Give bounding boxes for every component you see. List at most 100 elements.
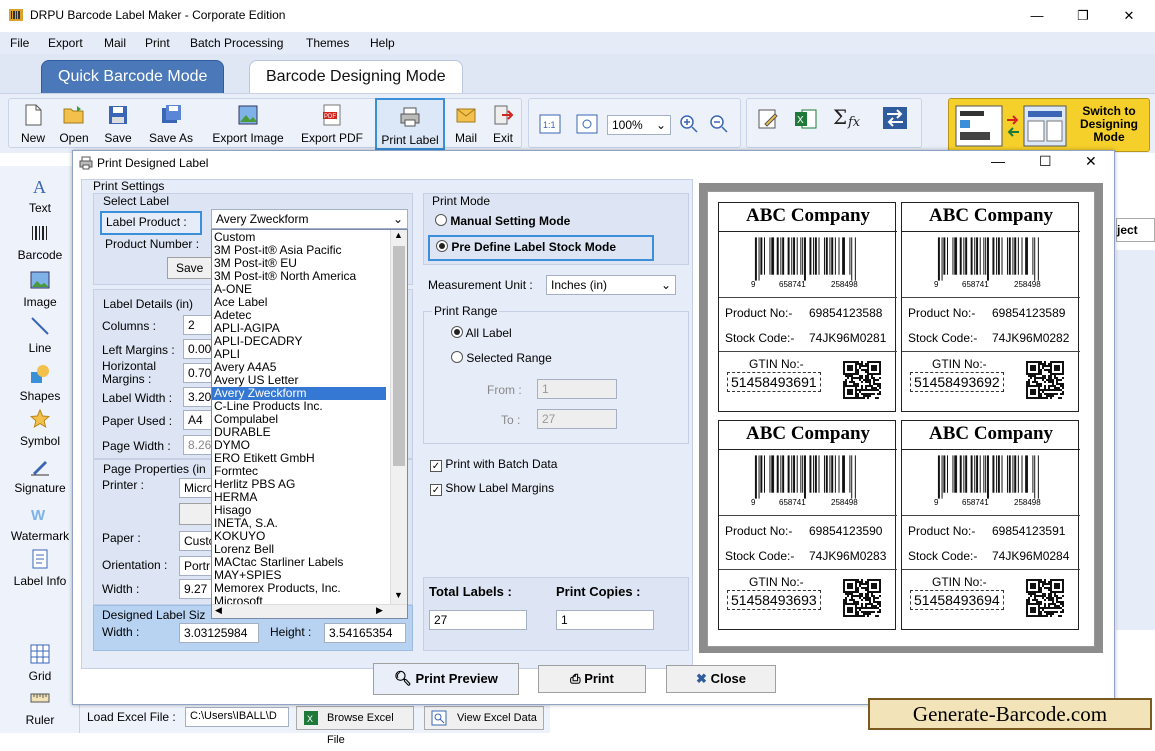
tool-line[interactable]: Line [0,316,80,355]
new-button[interactable]: New [14,94,52,150]
dropdown-scroll-thumb[interactable] [393,246,405,466]
printer-properties-button[interactable] [179,503,213,525]
scroll-right-icon[interactable]: ▶ [376,605,383,616]
label-width-input[interactable]: 3.20 [183,387,213,407]
left-margins-input[interactable]: 0.00 [183,339,213,359]
menu-print[interactable]: Print [145,36,170,50]
dialog-close-icon[interactable]: ✕ [1085,153,1097,170]
title-bar: DRPU Barcode Label Maker - Corporate Edi… [0,0,1155,32]
excel-path-input[interactable]: C:\Users\IBALL\D [185,707,289,727]
label-product-select[interactable]: Avery Zweckform ⌄ [211,209,408,229]
background-object-tab[interactable]: ject [1116,218,1155,242]
actual-size-icon[interactable]: 1:1 [539,114,561,134]
manual-mode-label: Manual Setting Mode [450,214,571,228]
scroll-down-icon[interactable]: ▼ [394,590,403,600]
columns-input[interactable]: 2 [183,315,213,335]
tool-image[interactable]: Image [0,270,80,309]
restore-button[interactable]: ❐ [1068,6,1098,26]
view-excel-button[interactable]: View Excel Data [424,706,544,730]
menu-file[interactable]: File [10,36,29,50]
product-no-value: 69854123590 [809,524,883,538]
close-x-icon: ✖ [696,671,707,686]
paper-used-select[interactable]: A4 [183,410,213,430]
save-button[interactable]: Save [100,94,136,150]
tool-watermark[interactable]: W Watermark [0,504,80,543]
dialog-maximize-button[interactable]: ☐ [1039,153,1052,170]
export-pdf-button[interactable]: PDF Export PDF [296,94,368,150]
fit-to-window-icon[interactable] [576,114,598,134]
mail-button[interactable]: Mail [450,94,482,150]
printer-select[interactable]: Micro [179,478,213,498]
menu-export[interactable]: Export [48,36,83,50]
dropdown-horizontal-scrollbar[interactable]: ◀ ▶ [212,604,407,618]
all-label-radio[interactable]: All Label [451,326,512,340]
exit-button[interactable]: Exit [488,94,518,150]
from-input[interactable]: 1 [537,379,617,399]
tool-ruler[interactable]: Ruler [0,688,80,727]
ruler-icon [30,693,50,703]
designed-height-input[interactable]: 3.54165354 [324,623,406,643]
designed-width-input[interactable]: 3.03125984 [179,623,259,643]
predefine-mode-radio[interactable]: Pre Define Label Stock Mode [428,235,654,261]
menu-themes[interactable]: Themes [306,36,349,50]
tool-grid[interactable]: Grid [0,644,80,683]
measurement-unit-select[interactable]: Inches (in) ⌄ [546,275,676,295]
browse-excel-button[interactable]: X Browse Excel File [296,706,414,746]
scroll-left-icon[interactable]: ◀ [215,605,222,616]
menu-batch-processing[interactable]: Batch Processing [190,36,283,50]
tool-image-label: Image [23,295,57,309]
dialog-minimize-button[interactable]: — [991,153,1005,169]
show-label-margins-checkbox[interactable]: ✓ Show Label Margins [430,481,554,496]
switch-label: Switch to Designing Mode [1079,104,1138,144]
print-batch-data-checkbox[interactable]: ✓ Print with Batch Data [430,457,557,472]
orientation-select[interactable]: Portr [179,556,213,576]
close-window-button[interactable]: ✕ [1114,6,1144,26]
tool-label-info[interactable]: Label Info [0,549,80,588]
swap-icon[interactable] [882,106,908,130]
print-button[interactable]: ⎙ Print [538,665,646,693]
selected-range-radio[interactable]: Selected Range [451,351,552,365]
excel-icon[interactable]: X [794,108,818,130]
save-as-button[interactable]: Save As [144,94,198,150]
zoom-select[interactable]: 100% ⌄ [607,115,671,135]
tool-symbol[interactable]: Symbol [0,408,80,448]
label-divider [719,351,897,352]
page-width-pp-input[interactable]: 9.27 [179,579,213,599]
print-copies-input[interactable]: 1 [556,610,654,630]
tool-barcode[interactable]: Barcode [0,223,80,262]
tab-barcode-designing-mode[interactable]: Barcode Designing Mode [249,60,463,94]
to-input[interactable]: 27 [537,409,617,429]
tool-signature[interactable]: Signature [0,456,80,495]
select-label-heading: Select Label [103,194,170,208]
minimize-button[interactable]: — [1022,6,1052,26]
page-width-input[interactable]: 8.26 [183,435,213,455]
switch-to-designing-mode-button[interactable]: Switch to Designing Mode [948,98,1150,152]
menu-mail[interactable]: Mail [104,36,126,50]
barcode-icon [32,226,47,240]
open-button[interactable]: Open [56,94,92,150]
dropdown-vertical-scrollbar[interactable]: ▲ ▼ [390,230,407,604]
formula-icon[interactable]: Σfx [832,104,862,130]
scroll-up-icon[interactable]: ▲ [394,230,403,240]
export-image-button[interactable]: Export Image [206,94,290,150]
zoom-in-icon[interactable] [679,114,699,134]
dropdown-item[interactable]: APLI-DECADRY [214,335,388,348]
paper-select[interactable]: Custo [179,531,215,551]
tab-quick-barcode-mode[interactable]: Quick Barcode Mode [41,60,225,94]
label-product-dropdown[interactable]: Custom 3M Post-it® Asia Pacific 3M Post-it… [211,229,408,619]
save-as-icon [162,105,181,123]
close-button[interactable]: ✖ Close [666,665,776,693]
total-labels-input[interactable]: 27 [429,610,527,630]
excel-bottom-bar: Load Excel File : C:\Users\IBALL\D X Brow… [80,705,550,746]
print-preview-button[interactable]: 🔍︎ Print Preview [373,663,519,695]
save-label-button[interactable]: Save [167,257,215,279]
tool-shapes[interactable]: Shapes [0,364,80,403]
zoom-out-icon[interactable] [709,114,729,134]
tool-text[interactable]: A Text [0,176,80,215]
manual-mode-radio[interactable]: Manual Setting Mode [435,214,570,228]
print-label-button[interactable]: Print Label [375,98,445,150]
edit-icon[interactable] [757,108,779,130]
horizontal-margins-input[interactable]: 0.70 [183,363,213,383]
tool-barcode-label: Barcode [17,248,63,262]
menu-help[interactable]: Help [370,36,395,50]
